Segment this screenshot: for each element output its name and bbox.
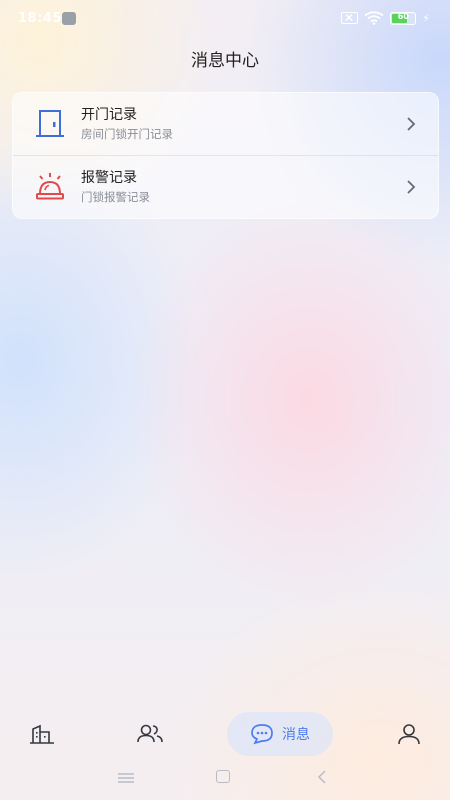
tab-message[interactable]: 消息 [227, 712, 333, 756]
menu-icon[interactable] [118, 773, 134, 783]
status-time: 18:45 [18, 11, 62, 26]
page-title: 消息中心 [191, 51, 259, 71]
wifi-icon [364, 11, 384, 25]
door-icon [36, 110, 64, 137]
tab-home[interactable] [24, 712, 60, 756]
door-record-subtitle: 房间门锁开门记录 [81, 127, 173, 141]
users-icon [137, 724, 163, 743]
status-icons: 60 ⚡ [341, 11, 430, 25]
alarm-record-title: 报警记录 [81, 170, 137, 186]
tab-message-label: 消息 [282, 727, 310, 743]
battery-icon: 60 [390, 11, 417, 25]
tab-contacts[interactable] [130, 712, 170, 756]
chevron-right-icon [407, 180, 416, 194]
home-square-icon[interactable] [216, 770, 230, 783]
no-sim-icon [341, 12, 359, 24]
door-record-title: 开门记录 [81, 107, 137, 123]
back-icon[interactable] [316, 769, 328, 785]
system-nav-bar [0, 765, 450, 789]
door-record-item[interactable]: 开门记录 房间门锁开门记录 [13, 93, 438, 156]
battery-text: 60 [397, 11, 409, 21]
chevron-right-icon [407, 117, 416, 131]
alarm-record-item[interactable]: 报警记录 门锁报警记录 [13, 156, 438, 219]
building-icon [30, 724, 54, 744]
alarm-record-subtitle: 门锁报警记录 [81, 190, 150, 204]
user-icon [398, 724, 420, 745]
records-card: 开门记录 房间门锁开门记录 报警记录 门锁报警记录 [12, 92, 439, 219]
bottom-tab-bar: 消息 [0, 712, 450, 762]
alarm-bell-icon [36, 173, 64, 200]
charging-icon: ⚡ [422, 11, 430, 25]
wrench-icon [62, 12, 76, 25]
tab-profile[interactable] [392, 712, 426, 756]
chat-bubble-icon [251, 724, 273, 745]
status-bar: 18:45 60 ⚡ [0, 0, 450, 38]
